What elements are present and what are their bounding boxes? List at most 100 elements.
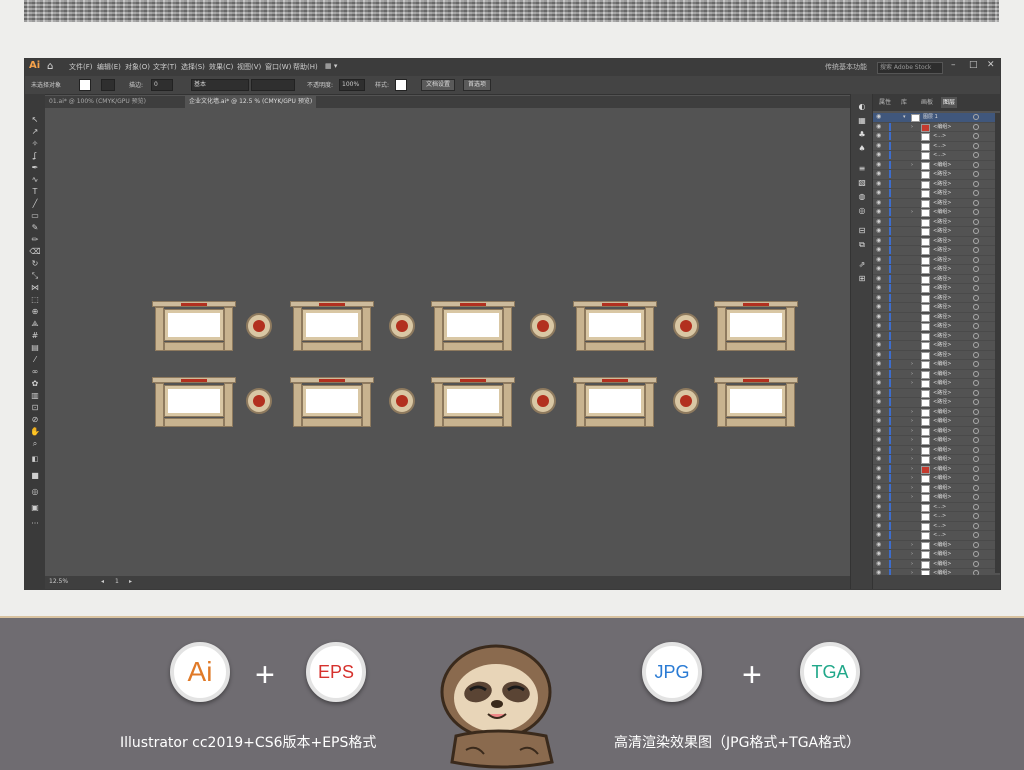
scale-tool-icon[interactable]: ⤡ [29,270,41,281]
zoom-level[interactable]: 12.5% [49,578,68,585]
more-tools-icon[interactable]: ··· [29,518,41,529]
visibility-eye-icon[interactable]: ◉ [876,493,881,501]
menu-effect[interactable]: 效果(C) [209,62,233,72]
layer-name[interactable]: <路径> [933,170,951,178]
expand-chevron-icon[interactable]: › [911,161,913,169]
target-circle-icon[interactable] [973,152,979,158]
layer-name[interactable]: <路径> [933,227,951,235]
target-circle-icon[interactable] [973,408,979,415]
expand-chevron-icon[interactable]: › [911,493,913,501]
target-circle-icon[interactable] [973,465,979,472]
layers-scrollbar[interactable] [995,113,1000,573]
swatches-panel-icon[interactable]: ▦ [856,116,868,126]
culture-wall-frame[interactable] [431,377,515,427]
visibility-eye-icon[interactable]: ◉ [876,427,881,435]
visibility-eye-icon[interactable]: ◉ [876,455,881,463]
round-medallion[interactable] [389,388,415,414]
layer-name[interactable]: <编组> [933,408,951,416]
visibility-eye-icon[interactable]: ◉ [876,360,881,368]
layer-row[interactable]: ◉ <路径> [873,274,995,284]
layer-row[interactable]: ◉ › <编组> [873,369,995,379]
target-circle-icon[interactable] [973,209,979,215]
layer-row[interactable]: ◉ › <编组> [873,550,995,560]
layer-row[interactable]: ◉ › <编组> [873,122,995,132]
target-circle-icon[interactable] [973,142,979,149]
visibility-eye-icon[interactable]: ◉ [876,161,881,169]
layer-row[interactable]: ◉ <路径> [873,303,995,313]
layer-row[interactable]: ◉ <路径> [873,179,995,189]
target-circle-icon[interactable] [973,266,979,272]
selection-tool-icon[interactable]: ↖ [29,114,41,125]
eyedropper-icon[interactable]: ⁄ [29,354,41,365]
layer-row[interactable]: ◉ <路径> [873,236,995,246]
layer-name[interactable]: <路径> [933,265,951,273]
target-circle-icon[interactable] [973,133,979,139]
layer-row[interactable]: ◉ › <编组> [873,417,995,427]
menu-window[interactable]: 窗口(W) [265,62,291,72]
layer-name[interactable]: <...> [933,512,946,520]
symbols-panel-icon[interactable]: ♠ [856,144,868,154]
color-mode-icon[interactable]: ■ [29,470,41,481]
rectangle-tool-icon[interactable]: ▭ [29,210,41,221]
layer-row[interactable]: ◉ <路径> [873,189,995,199]
target-circle-icon[interactable] [973,171,979,177]
gradient-panel-icon[interactable]: ▧ [856,178,868,188]
screen-mode-icon[interactable]: ▣ [29,502,41,513]
paintbrush-icon[interactable]: ✎ [29,222,41,233]
expand-chevron-icon[interactable]: › [911,484,913,492]
layer-name[interactable]: <路径> [933,189,951,197]
target-circle-icon[interactable] [973,370,979,377]
visibility-eye-icon[interactable]: ◉ [876,189,881,197]
visibility-eye-icon[interactable]: ◉ [876,474,881,482]
visibility-eye-icon[interactable]: ◉ [876,170,881,178]
direct-selection-tool-icon[interactable]: ↗ [29,126,41,137]
expand-chevron-icon[interactable]: › [911,408,913,416]
target-circle-icon[interactable] [973,427,979,434]
layer-row[interactable]: ◉ › <编组> [873,493,995,503]
layer-row[interactable]: ◉ <路径> [873,255,995,265]
visibility-eye-icon[interactable]: ◉ [876,408,881,416]
preferences-button[interactable]: 首选项 [463,79,492,91]
visibility-eye-icon[interactable]: ◉ [876,265,881,273]
brush-select[interactable] [251,79,295,91]
artboard-canvas[interactable] [45,108,850,576]
expand-chevron-icon[interactable]: › [911,379,913,387]
layer-name[interactable]: <路径> [933,246,951,254]
culture-wall-frame[interactable] [431,301,515,351]
layer-name[interactable]: <路径> [933,218,951,226]
target-circle-icon[interactable] [973,494,979,500]
layer-row[interactable]: ◉ <路径> [873,322,995,332]
layer-name[interactable]: <...> [933,522,946,530]
layer-name[interactable]: <路径> [933,322,951,330]
layer-name[interactable]: <编组> [933,541,951,549]
pencil-icon[interactable]: ✏ [29,234,41,245]
blend-tool-icon[interactable]: ∞ [29,366,41,377]
close-icon[interactable]: ✕ [987,60,995,70]
round-medallion[interactable] [530,388,556,414]
visibility-eye-icon[interactable]: ◉ [876,503,881,511]
layer-name[interactable]: <编组> [933,417,951,425]
expand-chevron-icon[interactable]: › [911,541,913,549]
layer-row[interactable]: ◉ › <编组> [873,474,995,484]
layer-name[interactable]: <路径> [933,180,951,188]
target-circle-icon[interactable] [973,218,979,225]
width-tool-icon[interactable]: ⋈ [29,282,41,293]
target-circle-icon[interactable] [973,237,979,244]
layer-name[interactable]: <编组> [933,208,951,216]
type-tool-icon[interactable]: T [29,186,41,197]
menu-type[interactable]: 文字(T) [153,62,177,72]
layer-row[interactable]: ◉ <路径> [873,246,995,256]
layer-name[interactable]: <路径> [933,199,951,207]
target-circle-icon[interactable] [973,161,979,168]
stroke-style-select[interactable]: 基本 [191,79,249,91]
visibility-eye-icon[interactable]: ◉ [876,370,881,378]
round-medallion[interactable] [673,313,699,339]
layer-row[interactable]: ◉ <路径> [873,388,995,398]
visibility-eye-icon[interactable]: ◉ [876,322,881,330]
target-circle-icon[interactable] [973,323,979,329]
layer-name[interactable]: <...> [933,132,946,140]
target-circle-icon[interactable] [973,256,979,263]
mesh-tool-icon[interactable]: # [29,330,41,341]
layer-name[interactable]: <编组> [933,436,951,444]
layer-row[interactable]: ◉ <...> [873,521,995,531]
